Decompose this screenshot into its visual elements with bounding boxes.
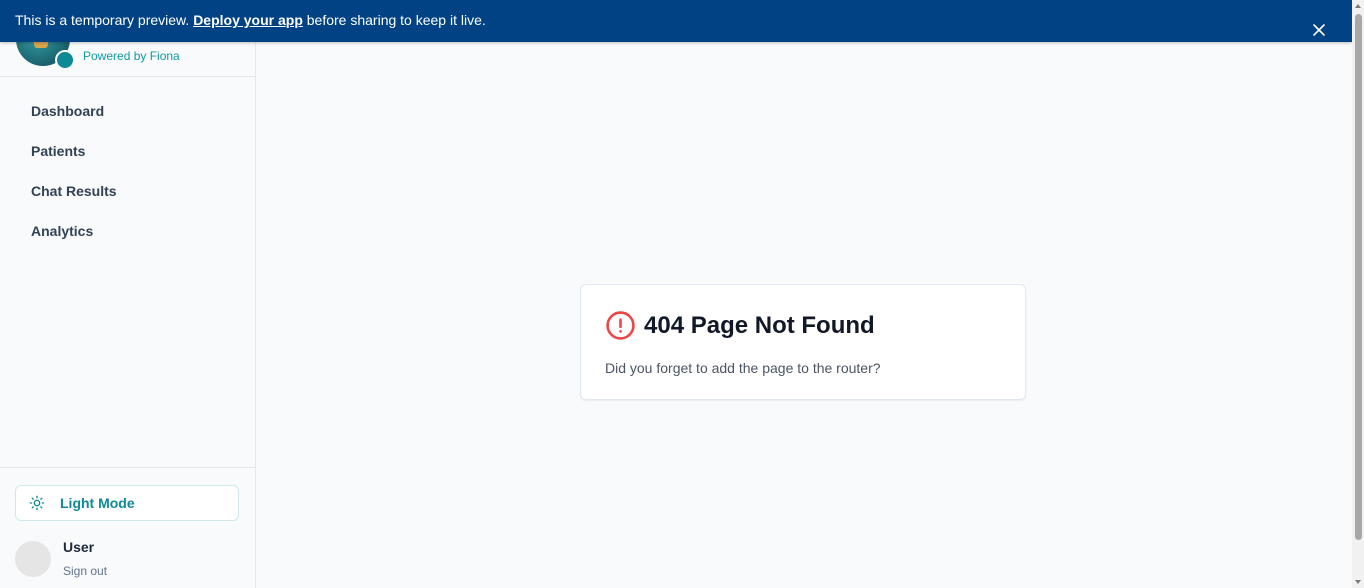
sun-icon — [29, 495, 45, 511]
powered-by-label: Powered by Fiona — [83, 49, 180, 63]
scroll-down-arrow-icon[interactable] — [1355, 580, 1361, 584]
scroll-thumb[interactable] — [1355, 14, 1362, 540]
user-name: User — [63, 539, 95, 555]
sidebar-item-chat-results[interactable]: Chat Results — [15, 171, 240, 211]
banner-prefix: This is a temporary preview. — [15, 12, 190, 28]
scroll-up-arrow-icon[interactable] — [1355, 4, 1361, 8]
theme-toggle-label: Light Mode — [60, 495, 135, 511]
page-title: 404 Page Not Found — [644, 311, 875, 339]
avatar — [15, 541, 51, 577]
close-icon[interactable] — [1312, 12, 1326, 36]
deploy-link[interactable]: Deploy your app — [193, 12, 303, 28]
theme-toggle-button[interactable]: Light Mode — [15, 485, 239, 521]
sidebar-item-patients[interactable]: Patients — [15, 131, 240, 171]
app-root: Powered by Fiona Dashboard Patients Chat… — [0, 0, 1364, 588]
logo-badge — [55, 50, 75, 70]
not-found-card: 404 Page Not Found Did you forget to add… — [580, 284, 1026, 400]
sidebar-nav: Dashboard Patients Chat Results Analytic… — [15, 91, 240, 251]
preview-banner: This is a temporary preview. Deploy your… — [0, 0, 1352, 42]
error-description: Did you forget to add the page to the ro… — [605, 360, 881, 376]
sign-out-link[interactable]: Sign out — [63, 564, 107, 578]
scrollbar[interactable] — [1352, 0, 1364, 588]
sidebar: Powered by Fiona Dashboard Patients Chat… — [0, 0, 256, 588]
banner-suffix: before sharing to keep it live. — [306, 12, 486, 28]
alert-circle-icon — [605, 310, 636, 341]
sidebar-footer: Light Mode User Sign out — [0, 467, 255, 588]
card-header: 404 Page Not Found — [605, 310, 875, 341]
sidebar-item-dashboard[interactable]: Dashboard — [15, 91, 240, 131]
sidebar-item-analytics[interactable]: Analytics — [15, 211, 240, 251]
